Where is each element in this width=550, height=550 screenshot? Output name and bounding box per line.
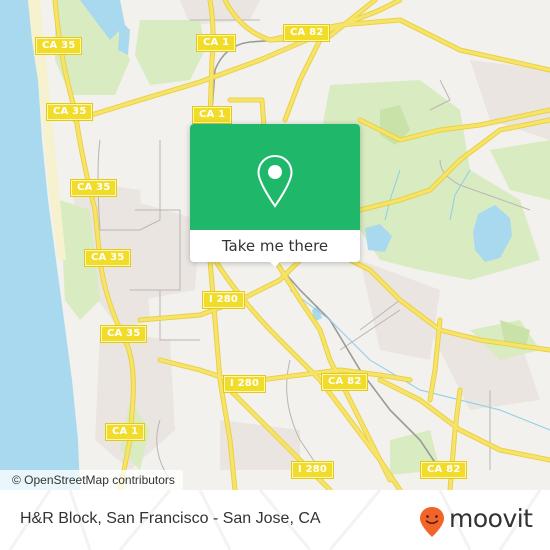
location-pin-icon: [257, 154, 293, 208]
route-shield: CA 82: [320, 373, 369, 391]
route-shield: CA 35: [34, 37, 83, 55]
route-shield: CA 1: [191, 106, 233, 124]
route-shield: I 280: [290, 461, 335, 479]
route-shield: CA 82: [419, 461, 468, 479]
map-attribution[interactable]: © OpenStreetMap contributors: [0, 470, 183, 490]
route-shield: CA 1: [104, 423, 146, 441]
route-shield: I 280: [201, 291, 246, 309]
take-me-there-button[interactable]: Take me there: [190, 230, 360, 262]
route-shield: I 280: [222, 375, 267, 393]
route-shield: CA 35: [45, 103, 94, 121]
route-shield: CA 35: [83, 249, 132, 267]
place-title: H&R Block, San Francisco - San Jose, CA: [20, 510, 321, 527]
route-shield: CA 35: [69, 179, 118, 197]
location-popup: Take me there: [190, 124, 360, 267]
moovit-smiley-pin-icon: [420, 507, 444, 537]
route-shield: CA 1: [195, 34, 237, 52]
route-shield: CA 82: [282, 24, 331, 42]
route-shield: CA 35: [99, 325, 148, 343]
popup-header: [190, 124, 360, 230]
brand-name: moovit: [449, 504, 533, 533]
popup-tail: [268, 260, 282, 267]
